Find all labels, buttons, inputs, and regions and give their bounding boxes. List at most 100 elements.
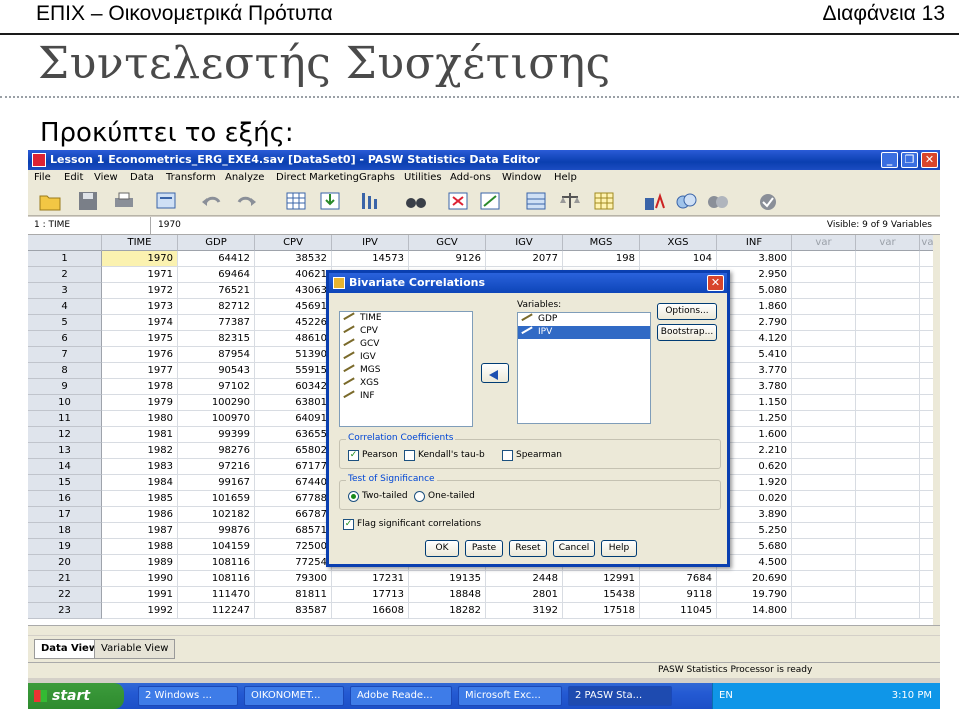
- column-header[interactable]: INF: [717, 235, 792, 251]
- data-cell[interactable]: 16608: [332, 603, 409, 619]
- data-cell[interactable]: 43063: [255, 283, 332, 299]
- menu-direct-marketing[interactable]: Direct Marketing: [276, 172, 359, 183]
- row-header[interactable]: 9: [28, 379, 102, 395]
- data-cell[interactable]: 11045: [640, 603, 717, 619]
- data-cell[interactable]: [792, 427, 856, 443]
- select-cases-icon[interactable]: [592, 190, 616, 212]
- save-icon[interactable]: [76, 190, 100, 212]
- close-button[interactable]: ✕: [921, 152, 938, 168]
- row-header[interactable]: 23: [28, 603, 102, 619]
- menu-view[interactable]: View: [94, 172, 118, 183]
- data-cell[interactable]: 1991: [102, 587, 178, 603]
- data-cell[interactable]: 111470: [178, 587, 255, 603]
- data-cell[interactable]: 100970: [178, 411, 255, 427]
- data-cell[interactable]: [792, 539, 856, 555]
- row-header[interactable]: 21: [28, 571, 102, 587]
- data-cell[interactable]: 12991: [563, 571, 640, 587]
- data-cell[interactable]: 19.790: [717, 587, 792, 603]
- variables-icon[interactable]: [358, 190, 382, 212]
- variable-list-item[interactable]: MGS: [340, 364, 472, 377]
- use-sets-icon[interactable]: [674, 190, 698, 212]
- data-cell[interactable]: [792, 571, 856, 587]
- row-header[interactable]: 17: [28, 507, 102, 523]
- row-header[interactable]: 8: [28, 363, 102, 379]
- menu-file[interactable]: File: [34, 172, 51, 183]
- row-header[interactable]: 20: [28, 555, 102, 571]
- data-cell[interactable]: 45226: [255, 315, 332, 331]
- data-cell[interactable]: 18282: [409, 603, 486, 619]
- data-cell[interactable]: [792, 395, 856, 411]
- variable-list-item[interactable]: TIME: [340, 312, 472, 325]
- data-cell[interactable]: 1971: [102, 267, 178, 283]
- data-cell[interactable]: 45691: [255, 299, 332, 315]
- data-cell[interactable]: [856, 363, 920, 379]
- options-button[interactable]: Options...: [657, 303, 717, 320]
- data-cell[interactable]: 1990: [102, 571, 178, 587]
- variable-list-item[interactable]: IGV: [340, 351, 472, 364]
- data-cell[interactable]: 1972: [102, 283, 178, 299]
- task-microsoft-excel[interactable]: Microsoft Exc...: [458, 686, 562, 706]
- variable-list-item[interactable]: IPV: [518, 326, 650, 339]
- data-cell[interactable]: 83587: [255, 603, 332, 619]
- insert-cases-icon[interactable]: [446, 190, 470, 212]
- data-cell[interactable]: [856, 315, 920, 331]
- data-cell[interactable]: 51390: [255, 347, 332, 363]
- data-cell[interactable]: 76521: [178, 283, 255, 299]
- column-header[interactable]: GCV: [409, 235, 486, 251]
- data-cell[interactable]: [792, 555, 856, 571]
- data-cell[interactable]: 3.800: [717, 251, 792, 267]
- data-cell[interactable]: 18848: [409, 587, 486, 603]
- row-header[interactable]: 13: [28, 443, 102, 459]
- data-cell[interactable]: [792, 411, 856, 427]
- variable-list-item[interactable]: XGS: [340, 377, 472, 390]
- data-cell[interactable]: 1980: [102, 411, 178, 427]
- data-cell[interactable]: 66787: [255, 507, 332, 523]
- task-pasw-statistics[interactable]: 2 PASW Sta...: [568, 686, 672, 706]
- data-cell[interactable]: 1989: [102, 555, 178, 571]
- data-cell[interactable]: [792, 603, 856, 619]
- data-cell[interactable]: 1985: [102, 491, 178, 507]
- data-cell[interactable]: 1988: [102, 539, 178, 555]
- data-cell[interactable]: 99167: [178, 475, 255, 491]
- row-header[interactable]: 7: [28, 347, 102, 363]
- data-cell[interactable]: [856, 283, 920, 299]
- reset-button[interactable]: Reset: [509, 540, 547, 557]
- data-cell[interactable]: 9118: [640, 587, 717, 603]
- data-cell[interactable]: [792, 363, 856, 379]
- window-titlebar[interactable]: Lesson 1 Econometrics_ERG_EXE4.sav [Data…: [28, 150, 940, 170]
- vertical-scrollbar[interactable]: [933, 235, 940, 625]
- dialog-titlebar[interactable]: Bivariate Correlations ✕: [329, 273, 727, 293]
- one-tailed-radio[interactable]: [414, 491, 425, 502]
- data-cell[interactable]: 1984: [102, 475, 178, 491]
- data-cell[interactable]: 19135: [409, 571, 486, 587]
- data-cell[interactable]: 97102: [178, 379, 255, 395]
- data-cell[interactable]: 1970: [102, 251, 178, 267]
- data-cell[interactable]: 1975: [102, 331, 178, 347]
- insert-variable-icon[interactable]: [478, 190, 502, 212]
- data-cell[interactable]: 99876: [178, 523, 255, 539]
- data-cell[interactable]: [856, 427, 920, 443]
- data-cell[interactable]: [856, 379, 920, 395]
- data-cell[interactable]: [792, 331, 856, 347]
- row-header[interactable]: 16: [28, 491, 102, 507]
- data-cell[interactable]: 68571: [255, 523, 332, 539]
- data-cell[interactable]: [792, 251, 856, 267]
- data-cell[interactable]: 99399: [178, 427, 255, 443]
- task-windows-explorer[interactable]: 2 Windows ...: [138, 686, 238, 706]
- data-cell[interactable]: [856, 267, 920, 283]
- language-indicator[interactable]: EN: [719, 690, 733, 701]
- data-cell[interactable]: 81811: [255, 587, 332, 603]
- variable-list-item[interactable]: CPV: [340, 325, 472, 338]
- data-cell[interactable]: 64412: [178, 251, 255, 267]
- variable-list-item[interactable]: GCV: [340, 338, 472, 351]
- data-cell[interactable]: 98276: [178, 443, 255, 459]
- dialog-recall-icon[interactable]: [154, 190, 178, 212]
- data-cell[interactable]: 97216: [178, 459, 255, 475]
- data-cell[interactable]: 67177: [255, 459, 332, 475]
- data-cell[interactable]: 1987: [102, 523, 178, 539]
- task-oikonomet[interactable]: OIKONOMET...: [244, 686, 344, 706]
- data-cell[interactable]: [856, 491, 920, 507]
- data-cell[interactable]: 104159: [178, 539, 255, 555]
- data-cell[interactable]: [856, 395, 920, 411]
- menu-add-ons[interactable]: Add-ons: [450, 172, 491, 183]
